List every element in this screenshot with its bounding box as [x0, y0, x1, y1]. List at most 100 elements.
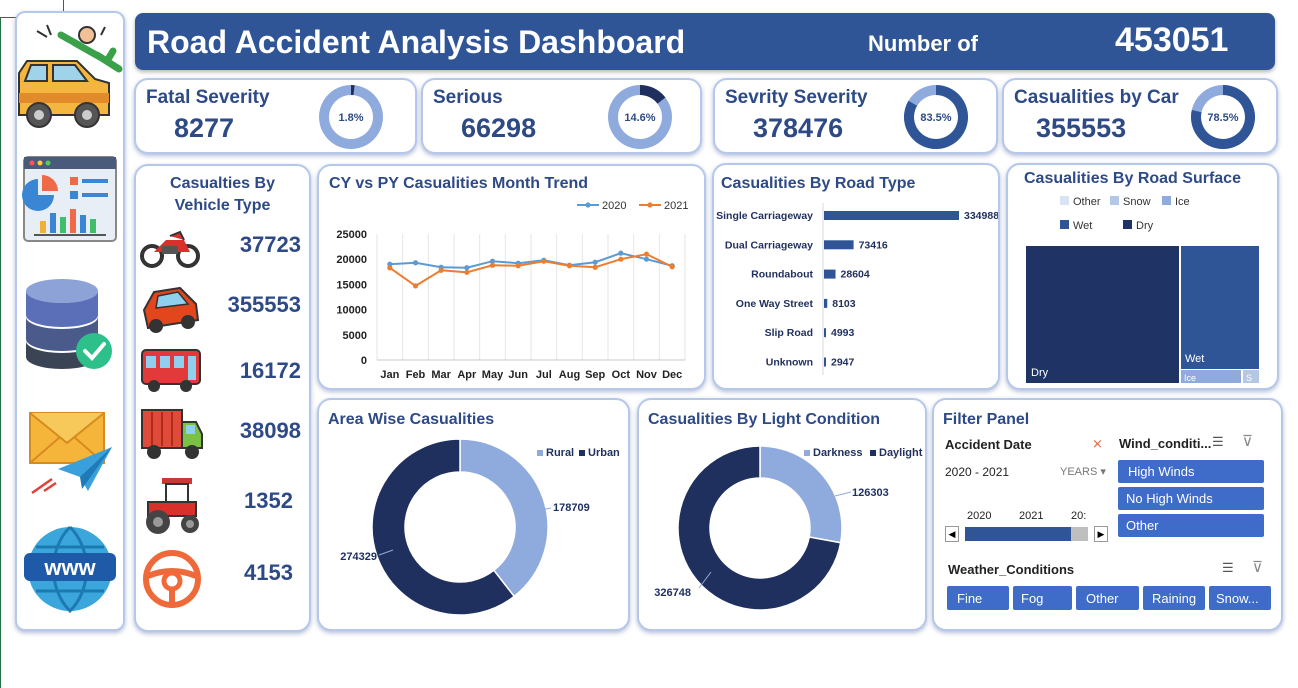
- timeline-unselected-bar[interactable]: [1071, 527, 1088, 541]
- x-tick-label: Apr: [457, 369, 477, 381]
- email-send-icon[interactable]: [17, 407, 123, 499]
- sidebar: www: [15, 11, 125, 631]
- legend-swatch: [537, 450, 543, 456]
- legend-label: Other: [1073, 196, 1101, 208]
- legend-swatch: [1060, 196, 1069, 205]
- vehicle-row: 16172: [136, 348, 311, 398]
- filter-icon[interactable]: ⊽: [1242, 432, 1253, 450]
- x-tick-label: Oct: [612, 369, 631, 381]
- x-tick-label: Mar: [431, 369, 451, 381]
- x-tick-label: Jul: [536, 369, 552, 381]
- dashboard-report-icon[interactable]: [17, 155, 123, 243]
- vehicle-type-title-2: Vehicle Type: [174, 197, 271, 214]
- data-point: [643, 256, 650, 262]
- x-tick-label: Jun: [508, 369, 528, 381]
- timeline-right-arrow[interactable]: ▶: [1094, 526, 1108, 542]
- vehicle-row: 37723: [136, 222, 311, 272]
- weather-option-snow[interactable]: Snow...: [1209, 586, 1271, 610]
- bar: [824, 357, 826, 367]
- data-point: [643, 251, 650, 257]
- weather-option-other[interactable]: Other: [1076, 586, 1139, 610]
- multi-select-icon[interactable]: ☰: [1212, 434, 1224, 450]
- globe-www-icon[interactable]: www: [17, 525, 123, 613]
- category-label: Single Carriageway: [716, 210, 813, 222]
- legend-label: Urban: [588, 447, 620, 459]
- accident-date-label: Accident Date: [945, 437, 1032, 452]
- vehicle-type-card: Casualties By Vehicle Type 37723 355553 …: [134, 164, 311, 632]
- filter-panel: Filter Panel Accident Date ⨯ 2020 - 2021…: [932, 398, 1283, 631]
- multi-select-icon[interactable]: ☰: [1222, 560, 1234, 576]
- car-icon: [142, 286, 200, 333]
- data-label: 178709: [553, 502, 590, 514]
- y-tick-label: 0: [361, 355, 367, 367]
- data-point: [412, 260, 419, 266]
- data-point: [412, 283, 419, 289]
- vehicle-row: 355553: [136, 280, 311, 333]
- donut-slice: [759, 445, 843, 544]
- treemap-label: Ice: [1184, 373, 1196, 383]
- car-crash-icon[interactable]: [17, 21, 123, 131]
- legend-label: Wet: [1073, 220, 1092, 232]
- wind-option-other[interactable]: Other: [1118, 514, 1264, 537]
- data-point: [464, 269, 470, 275]
- database-check-icon[interactable]: [17, 275, 123, 371]
- filter-icon[interactable]: ⊽: [1252, 558, 1263, 576]
- timeline-year: 2021: [1019, 510, 1044, 522]
- bus-icon: [141, 349, 201, 392]
- legend-label: Dry: [1136, 220, 1154, 232]
- weather-option-fine[interactable]: Fine: [947, 586, 1009, 610]
- timeline-left-arrow[interactable]: ◀: [945, 526, 959, 542]
- kpi-donut: 78.5%: [1190, 85, 1255, 149]
- legend-swatch: [1060, 220, 1069, 229]
- x-tick-label: May: [482, 369, 504, 381]
- category-label: Unknown: [766, 357, 813, 369]
- date-range-label: 2020 - 2021: [945, 465, 1010, 479]
- vehicle-type-title-1: Casualties By: [170, 175, 275, 192]
- x-tick-label: Dec: [662, 369, 682, 381]
- clear-filter-icon[interactable]: ⨯: [1092, 436, 1103, 452]
- years-dropdown[interactable]: YEARS ▾: [1060, 465, 1106, 478]
- y-tick-label: 20000: [336, 254, 367, 266]
- legend-label: 2021: [664, 200, 688, 212]
- vehicle-count: 355553: [227, 292, 301, 317]
- light-donut-chart: Darkness Daylight 126303 326748: [654, 445, 923, 611]
- road-type-card: Casualities By Road Type Single Carriage…: [712, 163, 1000, 390]
- kpi-title: Casualities by Car: [1014, 87, 1179, 108]
- weather-option-fog[interactable]: Fog: [1013, 586, 1072, 610]
- legend-label: Darkness: [813, 447, 863, 459]
- donut-slice: [459, 438, 549, 598]
- x-tick-label: Jan: [380, 369, 399, 381]
- legend-marker: [647, 202, 653, 208]
- svg-text:www: www: [43, 555, 96, 580]
- cell-border-left: [0, 18, 1, 688]
- filter-title: Filter Panel: [943, 411, 1030, 428]
- kpi-percent: 1.8%: [338, 112, 363, 124]
- data-label: 326748: [654, 587, 691, 599]
- kpi-serious: Serious 66298 14.6%: [421, 78, 702, 154]
- wind-option-high-winds[interactable]: High Winds: [1118, 460, 1264, 483]
- legend-swatch: [1162, 196, 1171, 205]
- kpi-value: 378476: [753, 113, 844, 143]
- header-banner: Road Accident Analysis Dashboard Number …: [135, 13, 1275, 70]
- kpi-percent: 83.5%: [920, 112, 951, 124]
- light-condition-card: Casualities By Light Condition Darkness D…: [637, 398, 927, 631]
- vehicle-count: 37723: [239, 232, 301, 257]
- bar: [824, 211, 959, 220]
- vehicle-row: 4153: [136, 546, 311, 608]
- category-label: Dual Carriageway: [725, 239, 813, 251]
- data-point: [464, 265, 470, 271]
- value-label: 73416: [859, 239, 888, 251]
- wind-option-no-high-winds[interactable]: No High Winds: [1118, 487, 1264, 510]
- vehicle-count: 1352: [244, 488, 293, 513]
- month-trend-card: CY vs PY Casualities Month Trend 0 5000 10…: [317, 164, 706, 390]
- legend-swatch: [579, 450, 585, 456]
- truck-icon: [141, 409, 203, 459]
- timeline-selected-bar[interactable]: [965, 527, 1071, 541]
- y-tick-label: 10000: [336, 305, 367, 317]
- total-count-label: Number of: [868, 31, 978, 56]
- data-point: [618, 250, 624, 256]
- data-point: [669, 264, 675, 270]
- data-point: [489, 262, 496, 268]
- legend-label: Snow: [1123, 196, 1151, 208]
- weather-option-raining[interactable]: Raining: [1143, 586, 1205, 610]
